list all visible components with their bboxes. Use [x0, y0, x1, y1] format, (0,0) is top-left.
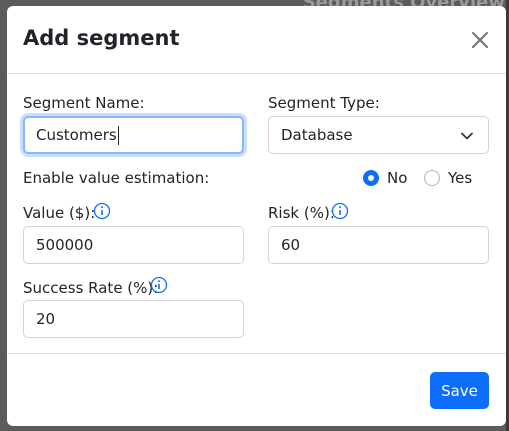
- segment-name-value: Customers: [36, 126, 117, 144]
- risk-label: Risk (%):: [268, 204, 335, 222]
- success-rate-input[interactable]: 20: [23, 300, 244, 338]
- estimation-no-label[interactable]: No: [387, 169, 407, 187]
- estimation-no-radio[interactable]: [363, 170, 379, 186]
- modal-title: Add segment: [23, 26, 180, 50]
- value-estimation-label: Enable value estimation:: [23, 169, 210, 187]
- risk-value: 60: [281, 236, 301, 254]
- segment-name-label: Segment Name:: [23, 94, 145, 112]
- segment-type-value: Database: [281, 126, 353, 144]
- text-cursor: [117, 125, 119, 145]
- close-icon[interactable]: [469, 29, 491, 51]
- modal-footer: Save: [7, 353, 506, 426]
- info-icon[interactable]: [150, 276, 168, 294]
- modal-header: Add segment: [7, 6, 506, 74]
- chevron-down-icon: [461, 132, 473, 140]
- value-input[interactable]: 500000: [23, 226, 244, 264]
- info-icon[interactable]: [331, 202, 349, 220]
- add-segment-modal: Add segment Segment Name: Customers Segm…: [7, 6, 506, 426]
- success-rate-value: 20: [36, 310, 56, 328]
- value-label: Value ($):: [23, 204, 96, 222]
- segment-type-label: Segment Type:: [268, 94, 380, 112]
- value-value: 500000: [36, 236, 94, 254]
- save-button[interactable]: Save: [430, 372, 489, 409]
- estimation-yes-label[interactable]: Yes: [448, 169, 472, 187]
- success-rate-label: Success Rate (%):: [23, 279, 159, 297]
- risk-input[interactable]: 60: [268, 226, 489, 264]
- segment-type-select[interactable]: Database: [268, 116, 489, 154]
- info-icon[interactable]: [93, 202, 111, 220]
- estimation-yes-radio[interactable]: [424, 170, 440, 186]
- segment-name-input[interactable]: Customers: [23, 116, 244, 154]
